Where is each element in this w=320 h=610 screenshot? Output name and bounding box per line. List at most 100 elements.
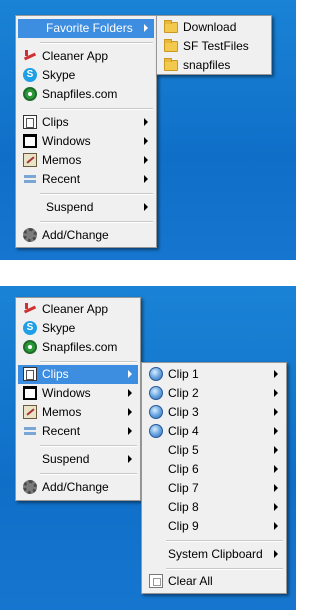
clips-icon [23,115,37,129]
clip-globe-icon [149,405,163,419]
clip-item-2[interactable]: Clip 2 [144,384,284,403]
menu-item-label: Clip 1 [168,367,199,381]
windows-icon [23,386,37,400]
menu-item-clips[interactable]: Clips [18,113,154,132]
submenu-arrow-icon [144,24,148,32]
menu-item-add-change[interactable]: Add/Change [18,226,154,245]
menu-item-recent[interactable]: Recent [18,170,154,189]
menu-separator [40,108,153,110]
menu-item-label: snapfiles [183,58,231,72]
favorite-folders-submenu: Download SF TestFiles snapfiles [156,15,272,75]
recent-icon [23,172,37,186]
menu-item-label: Clip 2 [168,386,199,400]
clip-item-7[interactable]: Clip 7 [144,479,284,498]
menu-item-label: Clips [42,367,69,381]
menu-item-label: Skype [42,321,76,335]
menu-item-label: Snapfiles.com [42,87,118,101]
menu-item-clear-all[interactable]: Clear All [144,572,284,591]
submenu-arrow-icon [128,370,132,378]
menu-separator [40,361,137,363]
menu-item-label: Cleaner App [42,302,109,316]
cleaner-app-icon [23,302,37,316]
menu-item-label: Memos [42,405,82,419]
clip-item-6[interactable]: Clip 6 [144,460,284,479]
menu-item-label: Recent [42,172,81,186]
menu-item-favorite-folders[interactable]: Favorite Folders [18,19,154,38]
menu-item-label: Skype [42,68,76,82]
clip-globe-icon [149,367,163,381]
menu-item-suspend[interactable]: Suspend [18,450,138,469]
menu-item-label: Clip 8 [168,500,199,514]
menu-separator [40,193,153,195]
menu-separator [40,445,137,447]
folder-item-download[interactable]: Download [159,18,269,37]
recent-icon [23,424,37,438]
menu-item-windows[interactable]: Windows [18,132,154,151]
folder-item-snapfiles[interactable]: snapfiles [159,56,269,75]
submenu-arrow-icon [274,446,278,454]
submenu-arrow-icon [144,137,148,145]
skype-icon: S [23,68,37,82]
menu-item-memos[interactable]: Memos [18,151,154,170]
folder-icon [164,39,178,52]
gear-icon [23,480,37,494]
clips-icon [23,367,37,381]
windows-icon [23,134,37,148]
submenu-arrow-icon [128,408,132,416]
submenu-arrow-icon [144,118,148,126]
skype-icon: S [23,321,37,335]
clip-item-1[interactable]: Clip 1 [144,365,284,384]
clip-item-4[interactable]: Clip 4 [144,422,284,441]
clear-all-icon [149,574,163,588]
submenu-arrow-icon [274,389,278,397]
clip-item-5[interactable]: Clip 5 [144,441,284,460]
menu-item-label: Clip 7 [168,481,199,495]
submenu-arrow-icon [128,455,132,463]
menu-item-clips[interactable]: Clips [18,365,138,384]
menu-item-memos[interactable]: Memos [18,403,138,422]
clip-globe-icon [149,386,163,400]
memos-icon [23,153,37,167]
cleaner-app-icon [23,49,37,63]
menu-item-label: Favorite Folders [46,21,133,35]
submenu-arrow-icon [274,408,278,416]
menu-item-label: Recent [42,424,81,438]
menu-item-label: Clip 4 [168,424,199,438]
menu-item-snapfiles[interactable]: Snapfiles.com [18,338,138,357]
menu-item-label: Memos [42,153,82,167]
menu-item-label: System Clipboard [168,547,263,561]
menu-item-label: Clear All [168,574,213,588]
submenu-arrow-icon [128,389,132,397]
submenu-arrow-icon [274,484,278,492]
menu-item-label: Download [183,20,237,34]
menu-separator [40,42,153,44]
menu-item-skype[interactable]: S Skype [18,66,154,85]
menu-item-label: Suspend [46,200,94,214]
submenu-arrow-icon [144,175,148,183]
clip-item-3[interactable]: Clip 3 [144,403,284,422]
menu-item-cleaner-app[interactable]: Cleaner App [18,47,154,66]
main-context-menu: Favorite Folders Cleaner App S Skype Sna… [15,15,157,248]
gear-icon [23,228,37,242]
menu-item-recent[interactable]: Recent [18,422,138,441]
clip-item-9[interactable]: Clip 9 [144,517,284,536]
clip-item-8[interactable]: Clip 8 [144,498,284,517]
folder-item-sf-testfiles[interactable]: SF TestFiles [159,37,269,56]
folder-icon [164,58,178,71]
menu-item-label: SF TestFiles [183,39,249,53]
menu-item-system-clipboard[interactable]: System Clipboard [144,545,284,564]
menu-item-label: Add/Change [42,228,109,242]
menu-item-label: Clip 6 [168,462,199,476]
menu-item-cleaner-app[interactable]: Cleaner App [18,300,138,319]
menu-item-label: Clip 5 [168,443,199,457]
menu-item-suspend[interactable]: Suspend [18,198,154,217]
screenshot-divider [0,260,296,286]
memos-icon [23,405,37,419]
menu-separator [166,540,283,542]
menu-item-snapfiles[interactable]: Snapfiles.com [18,85,154,104]
menu-item-add-change[interactable]: Add/Change [18,478,138,497]
clips-submenu: Clip 1 Clip 2 Clip 3 Clip 4 Clip 5 Clip … [141,362,287,594]
folder-icon [164,20,178,33]
menu-item-skype[interactable]: S Skype [18,319,138,338]
menu-item-windows[interactable]: Windows [18,384,138,403]
